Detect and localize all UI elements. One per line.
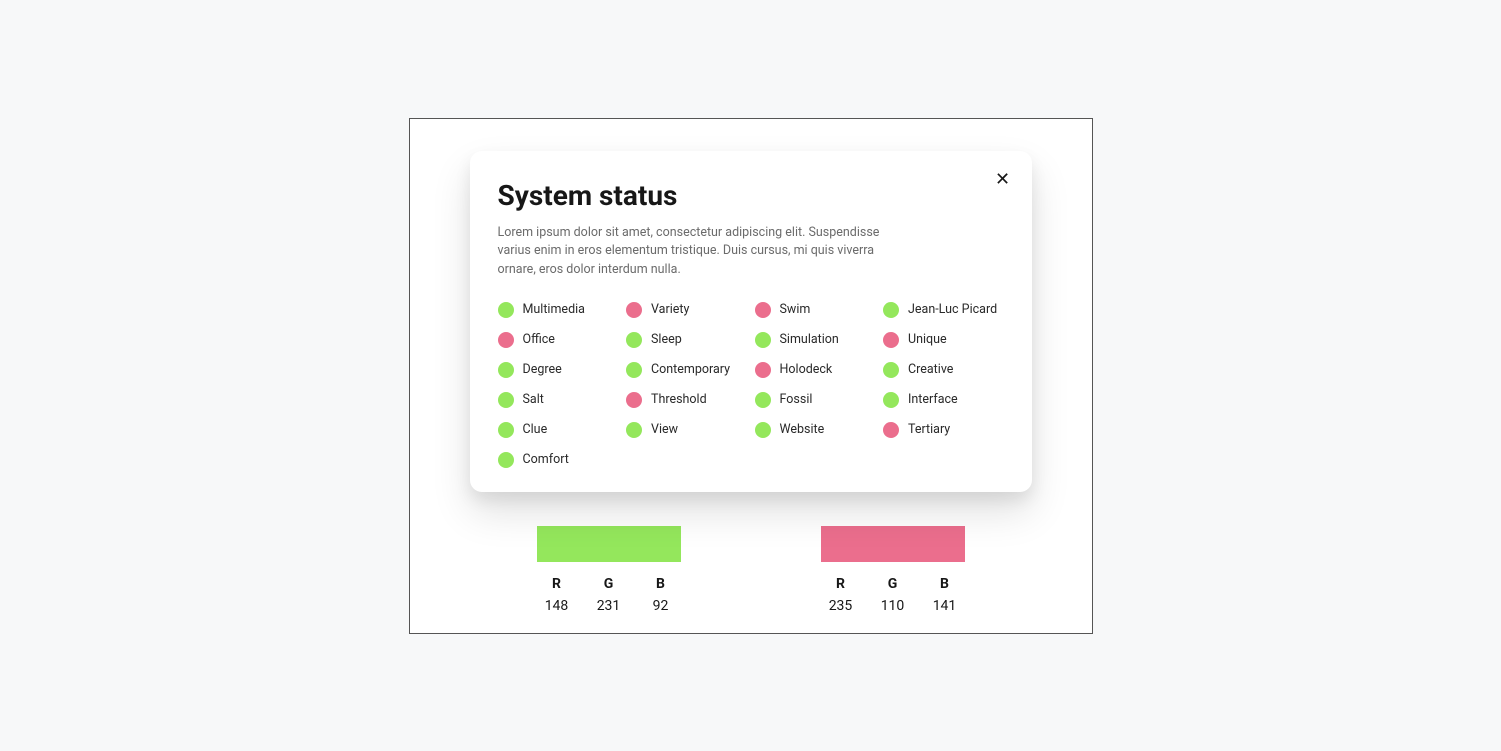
status-item-label: Unique	[908, 332, 947, 347]
rgb-header: B	[940, 576, 949, 592]
status-dot-icon	[498, 362, 514, 378]
status-dot-icon	[883, 332, 899, 348]
status-item: Threshold	[626, 392, 747, 408]
status-item: View	[626, 422, 747, 438]
status-item-label: Fossil	[780, 392, 813, 407]
rgb-header: R	[552, 576, 561, 592]
rgb-value: 92	[653, 598, 669, 614]
status-item-label: Salt	[523, 392, 544, 407]
status-item-label: Contemporary	[651, 362, 730, 377]
status-item-label: Swim	[780, 302, 811, 317]
rgb-column: R 148	[545, 576, 569, 614]
status-dot-icon	[626, 302, 642, 318]
swatch-rectangle	[537, 526, 681, 562]
rgb-value: 110	[881, 598, 905, 614]
status-dot-icon	[883, 422, 899, 438]
dialog-title: System status	[498, 179, 1004, 212]
rgb-header: R	[836, 576, 845, 592]
rgb-column: B 92	[649, 576, 673, 614]
status-item: Holodeck	[755, 362, 876, 378]
status-dot-icon	[755, 302, 771, 318]
status-item-label: Clue	[523, 422, 548, 437]
app-frame: ✕ System status Lorem ipsum dolor sit am…	[409, 118, 1093, 634]
status-dot-icon	[626, 392, 642, 408]
status-item-label: Simulation	[780, 332, 839, 347]
status-item-label: Creative	[908, 362, 953, 377]
status-item-label: Threshold	[651, 392, 707, 407]
status-dot-icon	[498, 392, 514, 408]
status-item: Fossil	[755, 392, 876, 408]
status-item: Simulation	[755, 332, 876, 348]
color-swatch: R 235 G 110 B 141	[821, 526, 965, 614]
rgb-header: B	[656, 576, 665, 592]
status-item-label: Variety	[651, 302, 689, 317]
status-dot-icon	[755, 392, 771, 408]
status-dot-icon	[498, 302, 514, 318]
swatch-rectangle	[821, 526, 965, 562]
status-item-label: Holodeck	[780, 362, 833, 377]
status-item: Salt	[498, 392, 619, 408]
status-dot-icon	[883, 392, 899, 408]
status-dot-icon	[498, 422, 514, 438]
status-item: Multimedia	[498, 302, 619, 318]
rgb-value: 231	[597, 598, 621, 614]
status-dot-icon	[498, 452, 514, 468]
status-item: Office	[498, 332, 619, 348]
status-item: Website	[755, 422, 876, 438]
status-dot-icon	[755, 362, 771, 378]
status-item: Contemporary	[626, 362, 747, 378]
status-item-label: View	[651, 422, 678, 437]
status-dot-icon	[883, 302, 899, 318]
status-dot-icon	[626, 362, 642, 378]
status-item-label: Jean-Luc Picard	[908, 302, 997, 317]
color-swatch: R 148 G 231 B 92	[537, 526, 681, 614]
status-item: Swim	[755, 302, 876, 318]
rgb-value: 141	[933, 598, 957, 614]
status-item-label: Degree	[523, 362, 562, 377]
status-item: Creative	[883, 362, 1004, 378]
status-item-label: Office	[523, 332, 555, 347]
close-icon: ✕	[995, 171, 1010, 189]
dialog-description: Lorem ipsum dolor sit amet, consectetur …	[498, 224, 898, 280]
rgb-row: R 148 G 231 B 92	[545, 576, 673, 614]
status-item-label: Website	[780, 422, 825, 437]
status-grid: Multimedia Variety Swim Jean-Luc Picard Offi…	[498, 302, 1004, 468]
status-dot-icon	[626, 422, 642, 438]
rgb-column: R 235	[829, 576, 853, 614]
system-status-dialog: ✕ System status Lorem ipsum dolor sit am…	[470, 151, 1032, 492]
rgb-row: R 235 G 110 B 141	[829, 576, 957, 614]
rgb-header: G	[888, 576, 898, 592]
status-item: Tertiary	[883, 422, 1004, 438]
rgb-header: G	[604, 576, 614, 592]
status-item: Interface	[883, 392, 1004, 408]
status-item-label: Tertiary	[908, 422, 950, 437]
status-item: Jean-Luc Picard	[883, 302, 1004, 318]
status-dot-icon	[498, 332, 514, 348]
rgb-column: G 231	[597, 576, 621, 614]
status-item: Comfort	[498, 452, 619, 468]
rgb-value: 148	[545, 598, 569, 614]
status-item-label: Comfort	[523, 452, 569, 467]
close-button[interactable]: ✕	[992, 169, 1014, 191]
color-swatches: R 148 G 231 B 92 R 235 G 110 B 141	[410, 526, 1092, 614]
status-dot-icon	[755, 422, 771, 438]
status-item-label: Interface	[908, 392, 958, 407]
status-item: Clue	[498, 422, 619, 438]
status-item-label: Sleep	[651, 332, 682, 347]
status-item: Degree	[498, 362, 619, 378]
rgb-column: B 141	[933, 576, 957, 614]
status-dot-icon	[883, 362, 899, 378]
rgb-value: 235	[829, 598, 853, 614]
status-item: Variety	[626, 302, 747, 318]
rgb-column: G 110	[881, 576, 905, 614]
status-dot-icon	[626, 332, 642, 348]
status-item: Sleep	[626, 332, 747, 348]
status-item: Unique	[883, 332, 1004, 348]
status-item-label: Multimedia	[523, 302, 585, 317]
status-dot-icon	[755, 332, 771, 348]
